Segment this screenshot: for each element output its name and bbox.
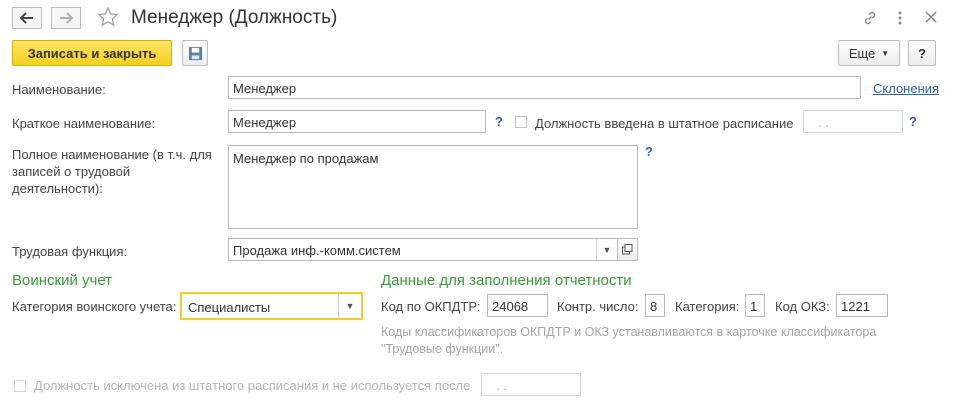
labor-function-dropdown[interactable]: ▼ — [596, 239, 617, 260]
floppy-disk-icon — [188, 46, 202, 60]
save-button[interactable] — [182, 40, 208, 66]
category-label: Категория: — [675, 299, 740, 314]
labor-function-label: Трудовая функция: — [12, 244, 128, 259]
reporting-hint-line1: Коды классификаторов ОКПДТР и ОКЗ устана… — [381, 325, 877, 339]
more-vertical-icon[interactable] — [897, 10, 903, 29]
full-name-textarea[interactable]: Менеджер по продажам — [228, 145, 638, 229]
forward-button[interactable] — [51, 7, 81, 29]
in-schedule-help-icon[interactable]: ? — [909, 114, 917, 129]
save-close-button[interactable]: Записать и закрыть — [12, 40, 172, 66]
open-window-icon — [622, 244, 633, 255]
labor-function-value: Продажа инф.-комм.систем — [233, 243, 401, 258]
arrow-left-icon — [20, 12, 33, 24]
page-title: Менеджер (Должность) — [131, 7, 338, 28]
labor-function-field[interactable]: Продажа инф.-комм.систем ▼ — [228, 238, 618, 261]
in-schedule-date-field[interactable]: . . — [803, 110, 903, 133]
back-button[interactable] — [12, 7, 42, 29]
okpdtr-label: Код по ОКПДТР: — [381, 299, 481, 314]
help-label: ? — [918, 45, 926, 61]
excluded-label: Должность исключена из штатного расписан… — [34, 378, 471, 393]
excluded-checkbox[interactable] — [14, 380, 26, 392]
okz-field[interactable]: 1221 — [836, 294, 888, 317]
okpdtr-field[interactable]: 24068 — [487, 294, 548, 317]
full-name-help-icon[interactable]: ? — [645, 144, 653, 159]
category-field[interactable]: 1 — [745, 294, 765, 317]
military-category-label: Категория воинского учета: — [12, 299, 177, 314]
short-name-label: Краткое наименование: — [12, 116, 156, 131]
more-button[interactable]: Еще ▼ — [838, 40, 900, 66]
more-label: Еще — [848, 45, 876, 61]
save-close-label: Записать и закрыть — [27, 45, 157, 61]
chevron-down-icon: ▼ — [602, 244, 612, 255]
reporting-hint-line2: "Трудовые функции". — [381, 342, 504, 356]
okz-label: Код ОКЗ: — [775, 299, 830, 314]
military-category-value: Специалисты — [188, 300, 271, 315]
military-section-title: Воинский учет — [12, 272, 113, 289]
in-schedule-checkbox[interactable] — [515, 116, 527, 128]
short-name-help-icon[interactable]: ? — [495, 114, 503, 129]
help-button[interactable]: ? — [908, 40, 936, 66]
name-label: Наименование: — [12, 82, 106, 97]
arrow-right-icon — [60, 12, 73, 24]
excluded-date-field[interactable]: . . — [481, 373, 581, 396]
close-icon[interactable] — [925, 11, 937, 26]
favorite-star-icon[interactable] — [97, 6, 119, 31]
name-field[interactable]: Менеджер — [228, 76, 861, 99]
chevron-down-icon: ▼ — [345, 301, 355, 311]
short-name-field[interactable]: Менеджер — [228, 110, 486, 133]
full-name-label: Полное наименование (в т.ч. для записей … — [12, 147, 212, 196]
declensions-link[interactable]: Склонения — [873, 81, 939, 96]
link-icon[interactable] — [862, 10, 878, 29]
reporting-section-title: Данные для заполнения отчетности — [381, 272, 632, 289]
in-schedule-label: Должность введена в штатное расписание — [535, 116, 794, 131]
labor-function-open-button[interactable] — [617, 238, 638, 261]
military-category-dropdown[interactable]: ▼ — [338, 294, 361, 318]
control-number-label: Контр. число: — [557, 299, 639, 314]
chevron-down-icon: ▼ — [881, 48, 890, 58]
military-category-field[interactable]: Специалисты ▼ — [180, 292, 363, 320]
control-number-field[interactable]: 8 — [645, 294, 665, 317]
